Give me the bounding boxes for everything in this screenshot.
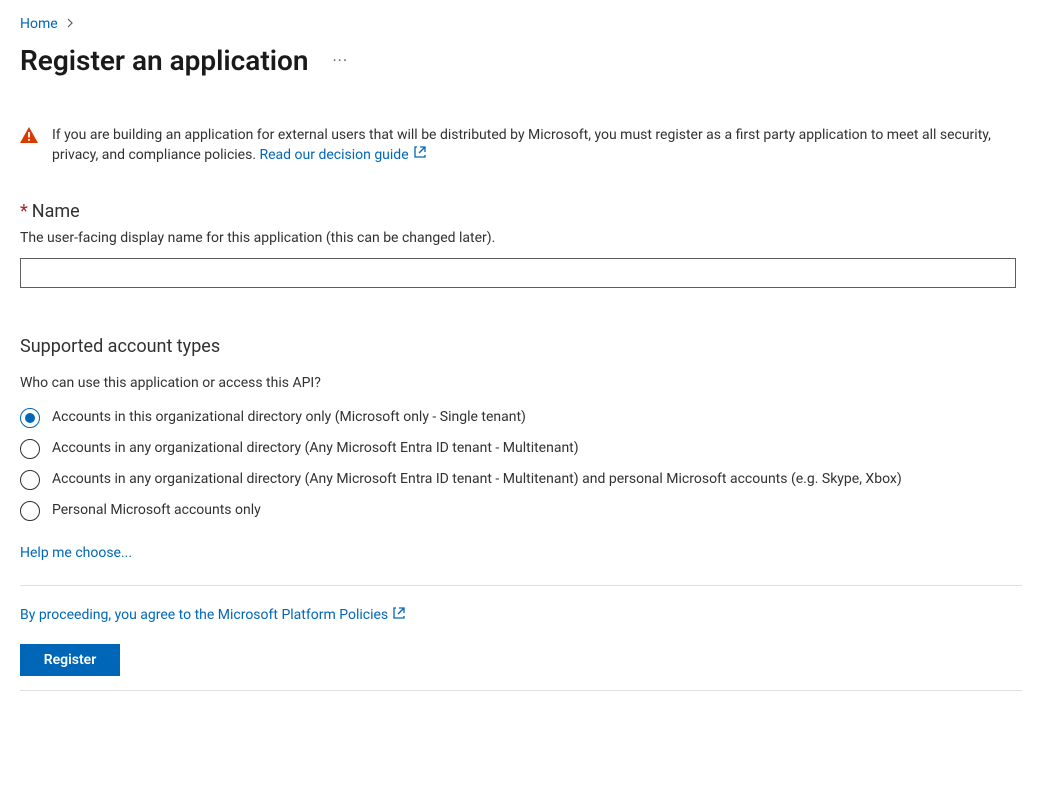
radio-button-icon (20, 439, 40, 459)
name-input[interactable] (20, 258, 1016, 288)
account-types-radio-group: Accounts in this organizational director… (20, 407, 1022, 521)
radio-multitenant-personal[interactable]: Accounts in any organizational directory… (20, 469, 1022, 490)
radio-label: Accounts in this organizational director… (52, 407, 526, 427)
external-link-icon (413, 145, 427, 165)
radio-button-icon (20, 408, 40, 428)
platform-policies-link[interactable]: By proceeding, you agree to the Microsof… (20, 607, 406, 623)
radio-button-icon (20, 470, 40, 490)
radio-multitenant[interactable]: Accounts in any organizational directory… (20, 438, 1022, 459)
help-me-choose-link[interactable]: Help me choose... (20, 545, 132, 561)
name-label: *Name (20, 201, 1022, 222)
warning-message: If you are building an application for e… (52, 127, 991, 163)
breadcrumb-home-link[interactable]: Home (20, 16, 58, 32)
radio-label: Personal Microsoft accounts only (52, 500, 261, 520)
radio-label: Accounts in any organizational directory… (52, 469, 902, 489)
policies-row: By proceeding, you agree to the Microsof… (20, 606, 1022, 624)
name-section: *Name The user-facing display name for t… (20, 201, 1022, 288)
warning-icon (20, 127, 38, 147)
radio-label: Accounts in any organizational directory… (52, 438, 579, 458)
footer: By proceeding, you agree to the Microsof… (20, 586, 1022, 691)
breadcrumb: Home (20, 16, 1022, 32)
more-actions-button[interactable]: ··· (333, 51, 349, 70)
warning-banner: If you are building an application for e… (20, 125, 1022, 165)
decision-guide-link[interactable]: Read our decision guide (260, 147, 427, 163)
page-title-row: Register an application ··· (20, 44, 1022, 77)
account-types-heading: Supported account types (20, 336, 1022, 357)
required-indicator: * (20, 201, 28, 222)
warning-text: If you are building an application for e… (52, 125, 1022, 165)
account-types-question: Who can use this application or access t… (20, 375, 1022, 391)
chevron-right-icon (67, 17, 75, 31)
radio-single-tenant[interactable]: Accounts in this organizational director… (20, 407, 1022, 428)
page-title: Register an application (20, 44, 309, 77)
external-link-icon (392, 606, 406, 624)
radio-personal-only[interactable]: Personal Microsoft accounts only (20, 500, 1022, 521)
name-description: The user-facing display name for this ap… (20, 230, 1022, 246)
radio-button-icon (20, 501, 40, 521)
register-button[interactable]: Register (20, 644, 120, 676)
